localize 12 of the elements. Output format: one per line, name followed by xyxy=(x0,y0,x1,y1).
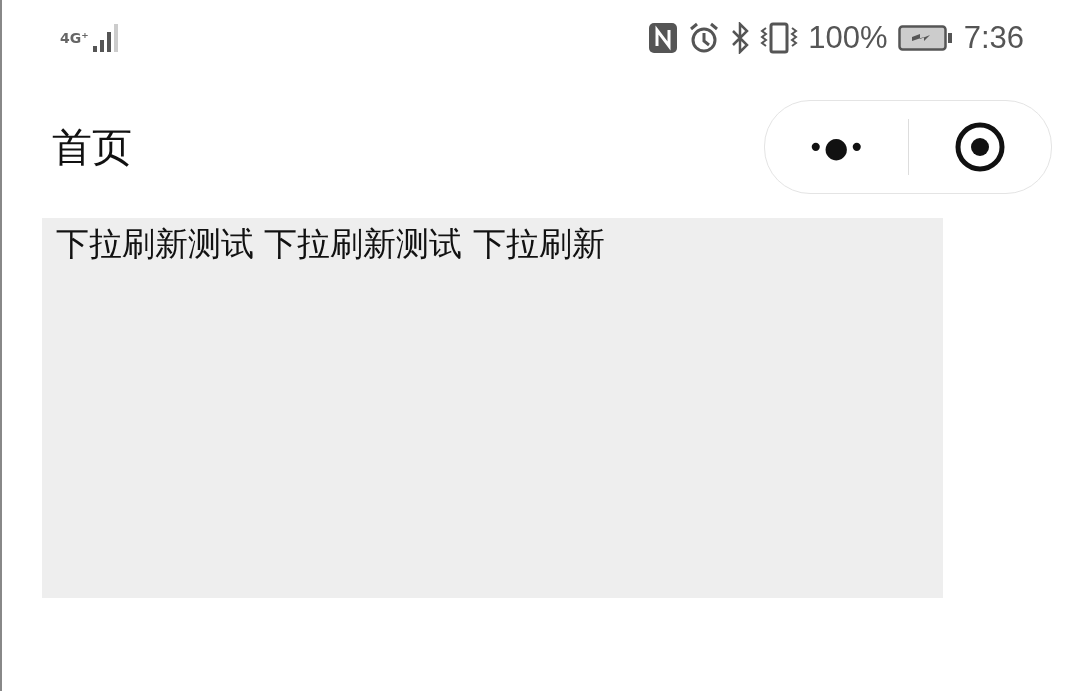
clock-time: 7:36 xyxy=(963,20,1024,56)
content-text: 下拉刷新测试 下拉刷新测试 下拉刷新 xyxy=(55,223,606,265)
signal-icon xyxy=(92,24,119,52)
battery-percentage: 100% xyxy=(808,20,888,56)
battery-charging-icon xyxy=(897,25,954,51)
bluetooth-icon xyxy=(730,22,751,54)
alarm-icon xyxy=(688,22,721,54)
vibrate-icon xyxy=(760,22,799,54)
more-button[interactable]: •●• xyxy=(765,101,908,193)
page-title: 首页 xyxy=(52,122,132,172)
network-type: 4G⁺ xyxy=(60,30,89,46)
nfc-icon xyxy=(648,22,679,54)
